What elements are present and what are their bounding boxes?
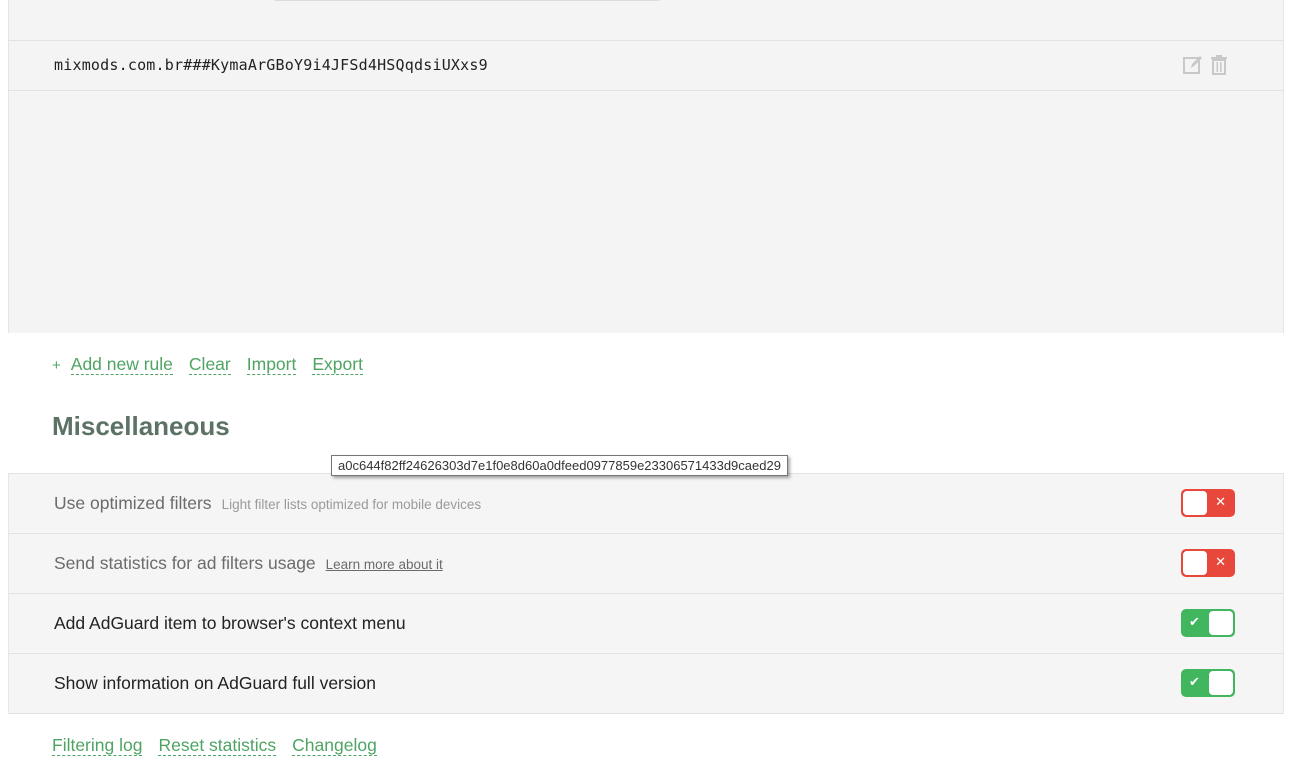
close-icon: ✕ <box>1215 555 1226 570</box>
rule-text: mixmods.com.br###KymaArGBoY9i4JFSd4HSQqd… <box>54 56 488 74</box>
toggle-knob <box>1208 610 1234 636</box>
toggle-context-menu[interactable]: ✔ <box>1181 609 1235 637</box>
export-link[interactable]: Export <box>312 354 363 375</box>
add-new-rule-link[interactable]: Add new rule <box>70 354 173 375</box>
check-icon: ✔ <box>1189 615 1200 630</box>
learn-more-link[interactable]: Learn more about it <box>326 557 443 572</box>
edit-icon[interactable] <box>1183 54 1203 76</box>
plus-icon: + <box>52 357 61 374</box>
footer-links: Filtering log Reset statistics Changelog <box>52 735 393 756</box>
rule-row: mixmods.com.br###KymaArGBoY9i4JFSd4HSQqd… <box>9 40 1283 91</box>
setting-full-version-info: Show information on AdGuard full version… <box>9 654 1283 714</box>
trash-icon[interactable] <box>1209 54 1229 76</box>
setting-label: Add AdGuard item to browser's context me… <box>54 613 406 633</box>
filtering-log-link[interactable]: Filtering log <box>52 735 143 756</box>
setting-send-statistics: Send statistics for ad filters usage Lear… <box>9 534 1283 594</box>
toggle-optimized-filters[interactable]: ✕ <box>1181 489 1235 517</box>
adguard-settings-page: mixmods.com.br###KymaArGBoY9i4JFSd4HSQqd… <box>0 0 1295 770</box>
reset-statistics-link[interactable]: Reset statistics <box>158 735 277 756</box>
setting-context-menu: Add AdGuard item to browser's context me… <box>9 594 1283 654</box>
rule-actions-bar: + Add new rule Clear Import Export <box>52 354 379 375</box>
user-rules-editor[interactable]: mixmods.com.br###KymaArGBoY9i4JFSd4HSQqd… <box>8 0 1284 333</box>
setting-label: Use optimized filters Light filter lists … <box>54 493 482 513</box>
toggle-knob <box>1182 550 1208 576</box>
setting-label: Show information on AdGuard full version <box>54 673 376 693</box>
changelog-link[interactable]: Changelog <box>292 735 377 756</box>
toggle-knob <box>1208 670 1234 696</box>
toggle-full-version-info[interactable]: ✔ <box>1181 669 1235 697</box>
check-icon: ✔ <box>1189 675 1200 690</box>
toggle-send-statistics[interactable]: ✕ <box>1181 549 1235 577</box>
setting-description: Light filter lists optimized for mobile … <box>221 497 482 512</box>
hash-tooltip: a0c644f82ff24626303d7e1f0e8d60a0dfeed097… <box>331 455 788 476</box>
misc-settings-list: Use optimized filters Light filter lists … <box>8 473 1284 714</box>
close-icon: ✕ <box>1215 495 1226 510</box>
setting-label: Send statistics for ad filters usage Lear… <box>54 553 443 573</box>
clear-link[interactable]: Clear <box>188 354 231 375</box>
setting-optimized-filters: Use optimized filters Light filter lists … <box>9 474 1283 534</box>
rules-search-field-edge[interactable] <box>271 0 663 1</box>
section-title: Miscellaneous <box>52 411 230 441</box>
rule-actions <box>1183 54 1229 76</box>
toggle-knob <box>1182 490 1208 516</box>
import-link[interactable]: Import <box>246 354 297 375</box>
